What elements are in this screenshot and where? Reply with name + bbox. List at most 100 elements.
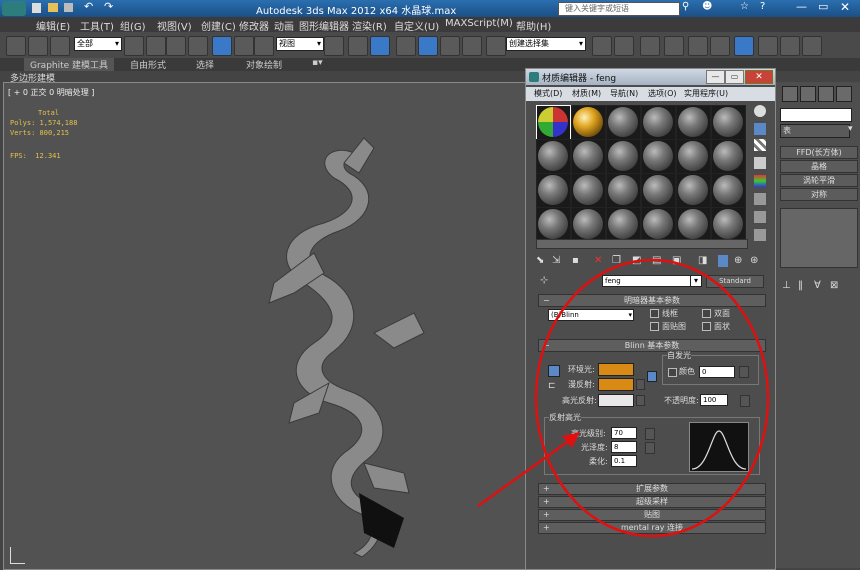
- menu-graph-editors[interactable]: 图形编辑器: [299, 18, 349, 33]
- video-color-icon[interactable]: [754, 175, 766, 187]
- face-map-checkbox[interactable]: [650, 322, 659, 331]
- new-file-icon[interactable]: [32, 3, 41, 13]
- layer-manager-icon[interactable]: [640, 36, 660, 56]
- mat-menu-navigation[interactable]: 导航(N): [610, 88, 638, 99]
- menu-customize[interactable]: 自定义(U): [394, 18, 439, 33]
- spec-level-field[interactable]: 70: [611, 427, 637, 439]
- window-crossing-icon[interactable]: [188, 36, 208, 56]
- selection-filter-dropdown[interactable]: 全部 ▾: [74, 37, 122, 51]
- put-to-scene-icon[interactable]: ⇲: [552, 255, 560, 266]
- supersampling-rollout[interactable]: + 超级采样: [538, 496, 766, 508]
- tab-selection[interactable]: 选择: [196, 58, 214, 71]
- material-editor-icon[interactable]: [734, 36, 754, 56]
- sample-slot[interactable]: [641, 139, 676, 174]
- move-icon[interactable]: [212, 36, 232, 56]
- mat-maximize-icon[interactable]: ▭: [725, 70, 744, 84]
- help-icon[interactable]: ?: [760, 1, 765, 12]
- sample-slot[interactable]: [711, 139, 746, 174]
- uv-tiling-icon[interactable]: [754, 157, 766, 169]
- extended-params-rollout[interactable]: + 扩展参数: [538, 483, 766, 495]
- schematic-view-icon[interactable]: [710, 36, 730, 56]
- redo-icon[interactable]: ↷: [104, 0, 113, 13]
- bind-spacewarp-icon[interactable]: [50, 36, 70, 56]
- show-in-viewport-icon[interactable]: ◨: [698, 255, 707, 266]
- mat-menu-material[interactable]: 材质(M): [572, 88, 601, 99]
- viewport-label[interactable]: [ + 0 正交 0 明暗处理 ]: [8, 87, 94, 98]
- undo-icon[interactable]: ↶: [84, 0, 93, 13]
- percent-snap-icon[interactable]: [440, 36, 460, 56]
- keyboard-shortcut-icon[interactable]: [370, 36, 390, 56]
- chevron-down-icon[interactable]: ▾: [690, 275, 702, 287]
- mirror-icon[interactable]: [592, 36, 612, 56]
- mat-menu-utilities[interactable]: 实用程序(U): [684, 88, 728, 99]
- diffuse-color-swatch[interactable]: [598, 378, 634, 391]
- material-name-field[interactable]: feng: [602, 275, 696, 287]
- sample-slot[interactable]: [641, 105, 676, 140]
- tab-freeform[interactable]: 自由形式: [130, 58, 166, 71]
- select-manipulate-icon[interactable]: [348, 36, 368, 56]
- mat-menu-options[interactable]: 选项(O): [648, 88, 677, 99]
- pick-material-icon[interactable]: ⊹: [540, 275, 548, 286]
- pivot-center-icon[interactable]: [324, 36, 344, 56]
- glossiness-field[interactable]: 8: [611, 441, 637, 453]
- sample-slot[interactable]: [536, 105, 571, 140]
- modifier-button-ffd[interactable]: FFD(长方体): [780, 146, 858, 159]
- menu-maxscript[interactable]: MAXScript(M): [445, 18, 513, 29]
- modifier-stack[interactable]: [780, 208, 858, 268]
- sample-type-icon[interactable]: [754, 105, 766, 117]
- spinner-snap-icon[interactable]: [462, 36, 482, 56]
- select-by-material-icon[interactable]: [754, 229, 766, 241]
- align-icon[interactable]: [614, 36, 634, 56]
- ambient-color-swatch[interactable]: [598, 363, 634, 376]
- self-illum-map-button[interactable]: [739, 366, 749, 378]
- self-illum-value-field[interactable]: 0: [699, 366, 735, 378]
- mat-menu-modes[interactable]: 模式(D): [534, 88, 562, 99]
- info-center-icon[interactable]: ☻: [702, 1, 712, 12]
- camera-tab-icon[interactable]: [818, 86, 834, 102]
- rotate-icon[interactable]: [234, 36, 254, 56]
- mat-minimize-icon[interactable]: —: [706, 70, 725, 84]
- ribbon-options-icon[interactable]: ▪▾: [312, 58, 323, 68]
- display-tab-icon[interactable]: [782, 86, 798, 102]
- opacity-map-button[interactable]: [740, 395, 750, 407]
- menu-help[interactable]: 帮助(H): [516, 18, 551, 33]
- sample-slot[interactable]: [641, 173, 676, 208]
- sample-slot[interactable]: [676, 173, 711, 208]
- utilities-tab-icon[interactable]: [800, 86, 816, 102]
- specular-map-button[interactable]: [636, 395, 645, 406]
- search-input[interactable]: 键入关键字或短语: [558, 2, 680, 16]
- lock-diffuse-specular-icon[interactable]: ⊏: [548, 381, 556, 391]
- shader-type-dropdown[interactable]: (B)Blinn ▾: [548, 309, 634, 321]
- scale-icon[interactable]: [254, 36, 274, 56]
- sample-slot[interactable]: [606, 139, 641, 174]
- sample-slot[interactable]: [571, 207, 606, 242]
- go-forward-sibling-icon[interactable]: ⊛: [750, 255, 758, 266]
- go-to-parent-icon[interactable]: ⊕: [734, 255, 742, 266]
- pin-stack-icon[interactable]: ⊥: [782, 280, 791, 291]
- modifier-button-lattice[interactable]: 晶格: [780, 160, 858, 173]
- sample-slot[interactable]: [606, 207, 641, 242]
- put-to-library-icon[interactable]: ▤: [652, 255, 661, 266]
- blinn-rollout-header[interactable]: − Blinn 基本参数: [538, 339, 766, 352]
- sample-slot[interactable]: [571, 105, 606, 140]
- shader-rollout-header[interactable]: − 明暗器基本参数: [538, 294, 766, 307]
- background-icon[interactable]: [754, 139, 766, 151]
- spec-level-map-button[interactable]: [645, 428, 655, 440]
- show-end-result-icon[interactable]: ‖: [798, 280, 803, 291]
- modifier-list-dropdown[interactable]: 表: [780, 124, 850, 138]
- diffuse-map-button[interactable]: [636, 379, 645, 390]
- minimize-icon[interactable]: —: [796, 0, 807, 13]
- soften-field[interactable]: 0.1: [611, 455, 637, 467]
- snaps-toggle-icon[interactable]: [396, 36, 416, 56]
- open-file-icon[interactable]: [48, 3, 58, 12]
- menu-edit[interactable]: 编辑(E): [36, 18, 70, 33]
- search-icon[interactable]: ⚲: [682, 1, 689, 12]
- close-icon[interactable]: ✕: [840, 0, 850, 14]
- reference-coord-dropdown[interactable]: 视图 ▾: [276, 37, 324, 51]
- opacity-field[interactable]: 100: [700, 394, 728, 406]
- mat-editor-titlebar[interactable]: 材质编辑器 - feng — ▭ ✕: [526, 69, 775, 85]
- mat-close-icon[interactable]: ✕: [745, 70, 773, 84]
- select-by-name-icon[interactable]: [146, 36, 166, 56]
- assign-to-selection-icon[interactable]: ▪: [572, 255, 579, 266]
- sample-slot[interactable]: [676, 207, 711, 242]
